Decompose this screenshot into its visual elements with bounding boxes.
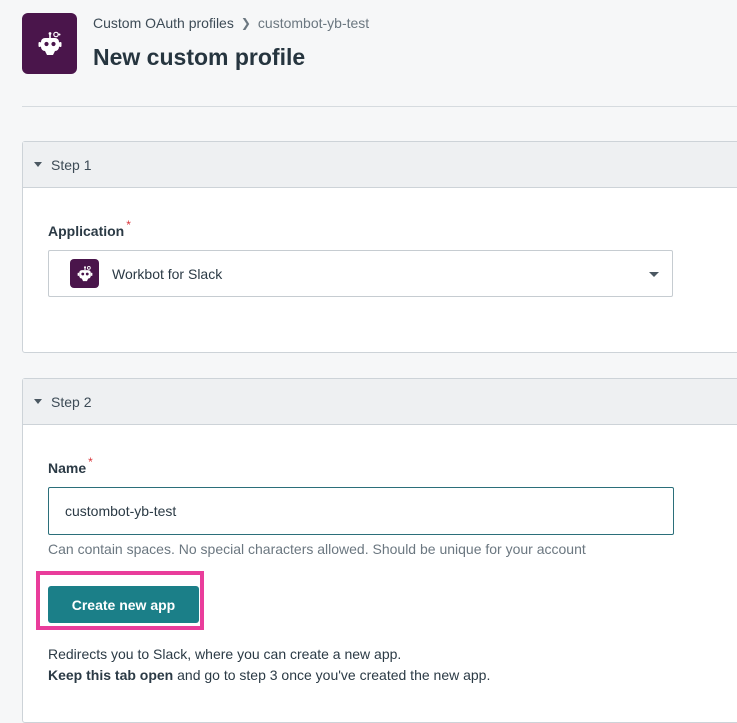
dropdown-arrow-icon	[649, 272, 659, 277]
redirect-info-line-1: Redirects you to Slack, where you can cr…	[48, 646, 402, 662]
redirect-info-line-2-rest: and go to step 3 once you've created the…	[173, 667, 491, 683]
application-select-value: Workbot for Slack	[112, 265, 223, 282]
workbot-robot-icon	[38, 31, 61, 55]
create-new-app-button[interactable]: Create new app	[48, 586, 199, 623]
name-hint: Can contain spaces. No special character…	[48, 541, 586, 557]
application-label: Application *	[48, 218, 131, 239]
caret-down-icon	[34, 399, 42, 404]
application-select[interactable]: Workbot for Slack	[48, 250, 673, 297]
workbot-app-icon	[70, 259, 99, 288]
caret-down-icon	[34, 162, 42, 167]
breadcrumb: Custom OAuth profiles ❯ custombot-yb-tes…	[93, 15, 369, 31]
required-marker: *	[126, 218, 131, 232]
step-1-heading: Step 1	[51, 156, 92, 173]
keep-tab-open-text: Keep this tab open	[48, 667, 174, 683]
name-label: Name *	[48, 455, 93, 476]
header-divider	[22, 106, 737, 107]
step-1-toggle[interactable]: Step 1	[23, 142, 737, 188]
step-2-toggle[interactable]: Step 2	[23, 379, 737, 425]
breadcrumb-current: custombot-yb-test	[257, 15, 370, 31]
breadcrumb-parent-link[interactable]: Custom OAuth profiles	[93, 15, 234, 31]
name-input[interactable]	[48, 487, 674, 535]
application-label-text: Application	[48, 223, 125, 239]
step-1-panel: Step 1 Application * Workbot for Slack	[22, 141, 737, 353]
page-header: Custom OAuth profiles ❯ custombot-yb-tes…	[22, 13, 722, 75]
required-marker: *	[88, 455, 93, 469]
name-label-text: Name	[48, 460, 87, 476]
page-title: New custom profile	[93, 44, 306, 70]
step-2-panel: Step 2 Name* Can contain spaces. No spec…	[22, 378, 737, 723]
redirect-info-line-2: Keep this tab open and go to step 3 once…	[48, 665, 490, 686]
chevron-right-icon: ❯	[240, 16, 251, 30]
redirect-info: Redirects you to Slack, where you can cr…	[48, 644, 490, 686]
step-2-heading: Step 2	[51, 393, 92, 410]
app-logo	[22, 13, 77, 74]
